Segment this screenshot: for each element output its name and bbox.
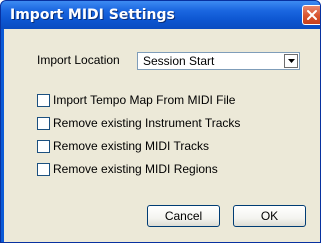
remove-instrument-tracks-label[interactable]: Remove existing Instrument Tracks — [53, 116, 240, 130]
import-location-dropdown-button[interactable] — [284, 54, 298, 68]
dialog-title: Import MIDI Settings — [10, 7, 175, 23]
import-midi-settings-dialog: Import MIDI Settings Import Location Ses… — [0, 0, 321, 243]
dialog-body: Import Location Session Start Import Tem… — [4, 29, 320, 242]
close-icon — [307, 10, 317, 20]
remove-midi-regions-label[interactable]: Remove existing MIDI Regions — [53, 162, 218, 176]
close-button[interactable] — [302, 5, 320, 25]
remove-instrument-tracks-checkbox[interactable] — [37, 117, 50, 130]
ok-button[interactable]: OK — [233, 205, 306, 227]
remove-midi-tracks-label[interactable]: Remove existing MIDI Tracks — [53, 139, 209, 153]
import-location-select[interactable]: Session Start — [137, 52, 300, 70]
import-location-value: Session Start — [143, 54, 215, 68]
import-tempo-map-checkbox[interactable] — [37, 94, 50, 107]
remove-midi-regions-checkbox[interactable] — [37, 163, 50, 176]
cancel-button[interactable]: Cancel — [147, 205, 220, 227]
import-location-label: Import Location — [37, 53, 120, 67]
remove-midi-tracks-checkbox[interactable] — [37, 140, 50, 153]
title-bar[interactable]: Import MIDI Settings — [1, 1, 320, 29]
import-tempo-map-label[interactable]: Import Tempo Map From MIDI File — [53, 93, 235, 107]
chevron-down-icon — [288, 59, 295, 63]
